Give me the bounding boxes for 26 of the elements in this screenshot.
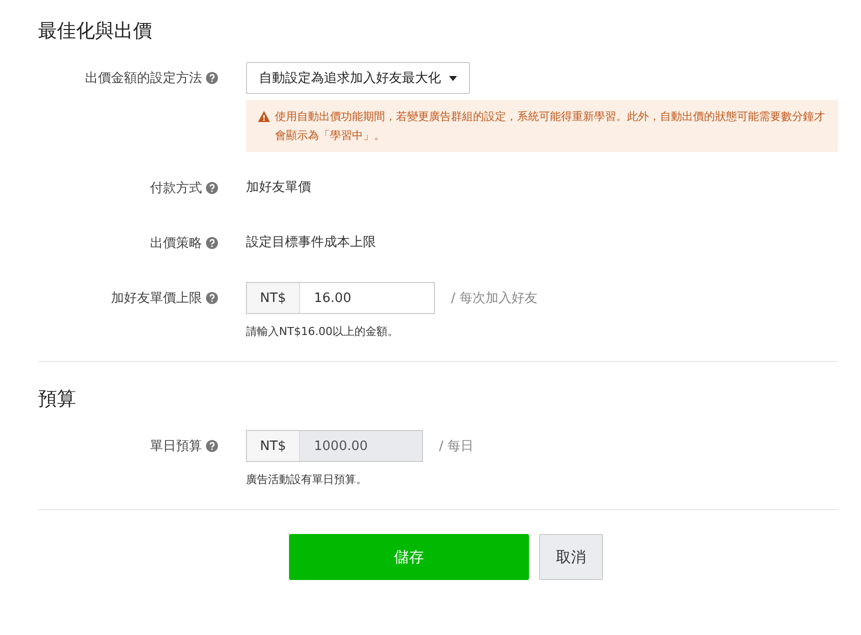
help-icon[interactable] [206, 440, 218, 452]
section-title: 最佳化與出價 [38, 19, 153, 44]
field-label: 出價金額的設定方法 [85, 70, 202, 87]
help-icon[interactable] [206, 292, 218, 304]
warning-text: 使用自動出價功能期間，若變更廣告群組的設定，系統可能得重新學習。此外，自動出價的狀態可能需要數分鐘才會顯示為「學習中」。 [275, 109, 826, 144]
warning-icon [258, 111, 270, 122]
currency-prefix: NT$ [247, 431, 300, 461]
hint-text: 廣告活動設有單日預算。 [246, 472, 368, 487]
help-icon[interactable] [206, 182, 218, 194]
field-label: 付款方式 [150, 180, 202, 197]
help-icon[interactable] [206, 237, 218, 249]
field-value: 加好友單價 [246, 179, 311, 196]
field-value: 設定目標事件成本上限 [246, 234, 376, 251]
caret-icon [449, 76, 457, 80]
bid-method-dropdown[interactable]: 自動設定為追求加入好友最大化 [246, 62, 470, 94]
unit-label: / 每次加入好友 [451, 290, 538, 307]
field-label: 加好友單價上限 [111, 290, 202, 307]
field-label: 單日預算 [150, 438, 202, 455]
amount-input[interactable]: NT$ 16.00 [246, 282, 435, 314]
field-label: 出價策略 [150, 235, 202, 252]
cancel-button[interactable]: 取消 [539, 534, 603, 580]
currency-prefix: NT$ [247, 283, 300, 313]
help-icon[interactable] [206, 72, 218, 84]
hint-text: 請輸入NT$16.00以上的金額。 [246, 324, 400, 339]
unit-label: / 每日 [439, 438, 474, 455]
section-title: 預算 [38, 387, 77, 412]
